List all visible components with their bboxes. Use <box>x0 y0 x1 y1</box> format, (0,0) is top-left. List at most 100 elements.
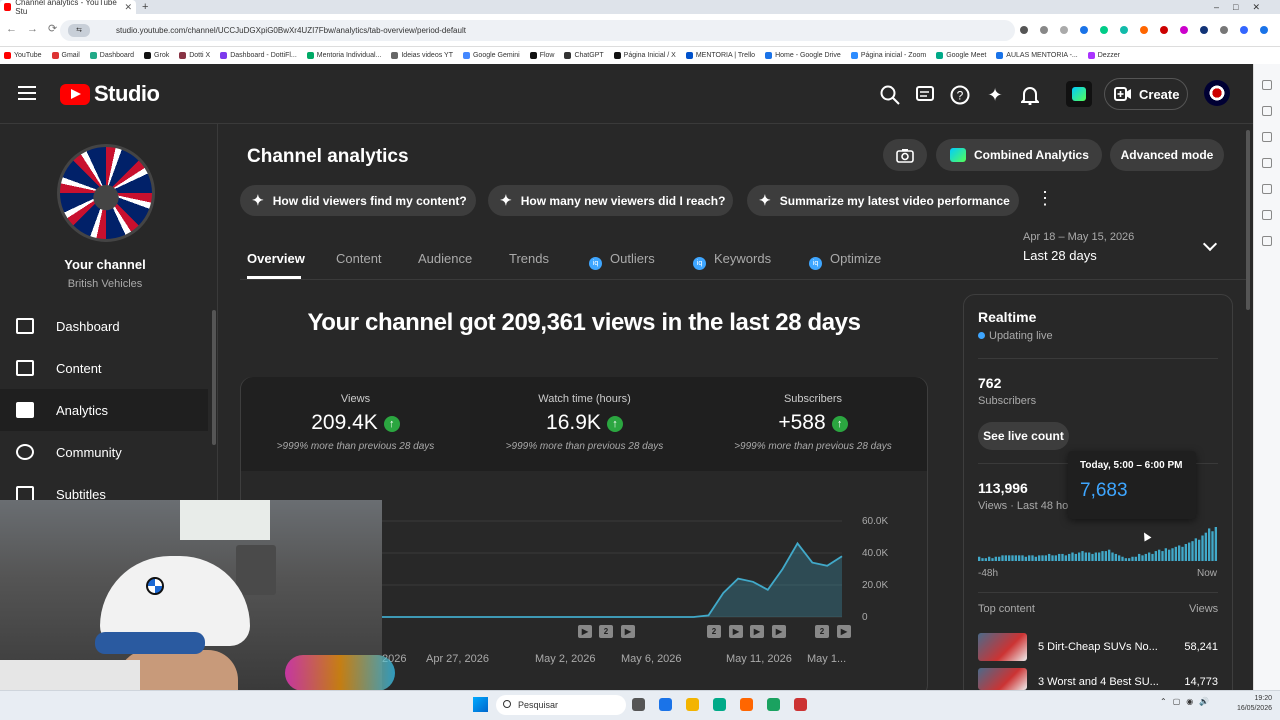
realtime-bar[interactable] <box>1068 553 1071 561</box>
video-publish-marker[interactable]: 2 <box>707 625 721 638</box>
realtime-bar[interactable] <box>1098 552 1101 562</box>
help-icon[interactable]: ? <box>949 84 971 106</box>
realtime-bar[interactable] <box>1204 532 1207 561</box>
url-field[interactable]: studio.youtube.com/channel/UCCJuDGXpiG0B… <box>60 20 1015 41</box>
realtime-bar[interactable] <box>1004 555 1007 561</box>
video-thumbnail[interactable] <box>978 668 1027 690</box>
realtime-bar[interactable] <box>1078 552 1081 562</box>
realtime-bar[interactable] <box>1038 555 1041 561</box>
realtime-bar[interactable] <box>1141 555 1144 561</box>
close-tab-icon[interactable]: ✕ <box>124 2 132 13</box>
realtime-bar[interactable] <box>1008 555 1011 561</box>
realtime-bar[interactable] <box>1118 555 1121 561</box>
realtime-bar[interactable] <box>1041 555 1044 561</box>
bookmark-item[interactable]: Grok <box>144 52 169 59</box>
realtime-bar[interactable] <box>1071 552 1074 562</box>
realtime-bar[interactable] <box>1144 553 1147 561</box>
realtime-bar[interactable] <box>1178 545 1181 561</box>
video-publish-marker[interactable]: ▶ <box>772 625 786 638</box>
ask-chip-traffic[interactable]: ✦ How did viewers find my content? <box>240 185 476 216</box>
tab-keywords[interactable]: iq Keywords <box>693 251 771 270</box>
bookmark-item[interactable]: AULAS MENTORIA -... <box>996 52 1078 59</box>
video-publish-marker[interactable]: 2 <box>815 625 829 638</box>
video-publish-marker[interactable]: 2 <box>599 625 613 638</box>
video-publish-marker[interactable]: ▶ <box>621 625 635 638</box>
realtime-bar[interactable] <box>1114 553 1117 561</box>
realtime-bar[interactable] <box>1064 555 1067 561</box>
new-tab-icon[interactable]: + <box>142 0 148 14</box>
tab-optimize[interactable]: iq Optimize <box>809 251 881 270</box>
channel-avatar[interactable] <box>57 144 155 242</box>
bookmark-item[interactable]: Gmail <box>51 52 80 59</box>
realtime-bar[interactable] <box>1028 555 1031 561</box>
bookmark-item[interactable]: Google Gemini <box>462 52 520 59</box>
sidebar-item-community[interactable]: Community <box>0 431 208 473</box>
video-publish-marker[interactable]: ▶ <box>750 625 764 638</box>
realtime-bar[interactable] <box>1014 555 1017 561</box>
realtime-bar[interactable] <box>1034 556 1037 561</box>
account-avatar[interactable] <box>1204 80 1230 106</box>
bookmark-item[interactable]: Google Meet <box>936 52 986 59</box>
realtime-bar[interactable] <box>1161 551 1164 561</box>
ask-chip-new-viewers[interactable]: ✦ How many new viewers did I reach? <box>488 185 733 216</box>
screenshot-button[interactable] <box>883 139 927 171</box>
realtime-bar[interactable] <box>978 556 981 561</box>
ask-chip-summarize[interactable]: ✦ Summarize my latest video performance <box>747 185 1019 216</box>
realtime-bar-chart[interactable] <box>978 525 1218 561</box>
bookmark-item[interactable]: Página Inicial / X <box>613 52 676 59</box>
realtime-bar[interactable] <box>1164 548 1167 561</box>
realtime-bar[interactable] <box>1188 542 1191 561</box>
vidiq-extension-icon[interactable] <box>1066 81 1092 107</box>
metric-watch-time[interactable]: Watch time (hours) 16.9K ↑ >999% more tha… <box>470 377 699 471</box>
see-live-count-button[interactable]: See live count <box>978 422 1069 450</box>
realtime-bar[interactable] <box>981 558 984 561</box>
tab-overview[interactable]: Overview <box>247 251 305 266</box>
video-publish-marker[interactable]: ▶ <box>578 625 592 638</box>
realtime-bar[interactable] <box>1058 553 1061 561</box>
bookmark-item[interactable]: Flow <box>529 52 554 59</box>
notifications-bell-icon[interactable] <box>1019 84 1041 106</box>
realtime-bar[interactable] <box>1181 546 1184 561</box>
window-controls[interactable]: –□✕ <box>1214 0 1274 14</box>
realtime-bar[interactable] <box>1061 553 1064 561</box>
tab-content[interactable]: Content <box>336 251 382 266</box>
bookmark-item[interactable]: Página inicial - Zoom <box>850 52 926 59</box>
bookmark-item[interactable]: ChatGPT <box>564 52 604 59</box>
top-content-title[interactable]: 5 Dirt-Cheap SUVs No... <box>1038 641 1158 653</box>
video-publish-marker[interactable]: ▶ <box>837 625 851 638</box>
realtime-bar[interactable] <box>1214 527 1217 561</box>
realtime-bar[interactable] <box>1021 555 1024 561</box>
realtime-bar[interactable] <box>1191 541 1194 561</box>
windows-start-icon[interactable] <box>473 697 488 712</box>
realtime-bar[interactable] <box>1154 551 1157 561</box>
metric-views[interactable]: Views 209.4K ↑ >999% more than previous 2… <box>241 377 470 471</box>
create-button[interactable]: Create <box>1104 78 1188 110</box>
realtime-bar[interactable] <box>1158 549 1161 561</box>
bookmark-item[interactable]: Mentoria Individual... <box>306 52 381 59</box>
tab-outliers[interactable]: iq Outliers <box>589 251 655 270</box>
realtime-bar[interactable] <box>1208 528 1211 561</box>
realtime-bar[interactable] <box>1211 531 1214 561</box>
bookmark-item[interactable]: Dezzer <box>1087 52 1120 59</box>
metric-subscribers[interactable]: Subscribers +588 ↑ >999% more than previo… <box>699 377 927 471</box>
realtime-bar[interactable] <box>1091 553 1094 561</box>
realtime-bar[interactable] <box>1134 556 1137 561</box>
realtime-bar[interactable] <box>1184 544 1187 561</box>
top-content-title[interactable]: 3 Worst and 4 Best SU... <box>1038 676 1159 688</box>
realtime-bar[interactable] <box>1018 555 1021 561</box>
realtime-bar[interactable] <box>1081 551 1084 561</box>
browser-nav-icons[interactable]: ←→⟳ <box>6 22 67 35</box>
realtime-bar[interactable] <box>1108 549 1111 561</box>
realtime-bar[interactable] <box>1124 558 1127 561</box>
bookmark-item[interactable]: Home - Google Drive <box>765 52 841 59</box>
system-tray-icons[interactable]: ⌃▢◉🔊 <box>1160 697 1215 706</box>
realtime-bar[interactable] <box>1151 553 1154 561</box>
chevron-down-icon[interactable] <box>1202 236 1218 252</box>
realtime-bar[interactable] <box>1104 551 1107 561</box>
video-thumbnail[interactable] <box>978 633 1027 661</box>
realtime-bar[interactable] <box>1044 555 1047 561</box>
realtime-bar[interactable] <box>1148 552 1151 562</box>
bookmark-item[interactable]: Dotti X <box>179 52 210 59</box>
youtube-studio-logo[interactable]: Studio <box>60 81 160 107</box>
bookmark-item[interactable]: YouTube <box>4 52 42 59</box>
